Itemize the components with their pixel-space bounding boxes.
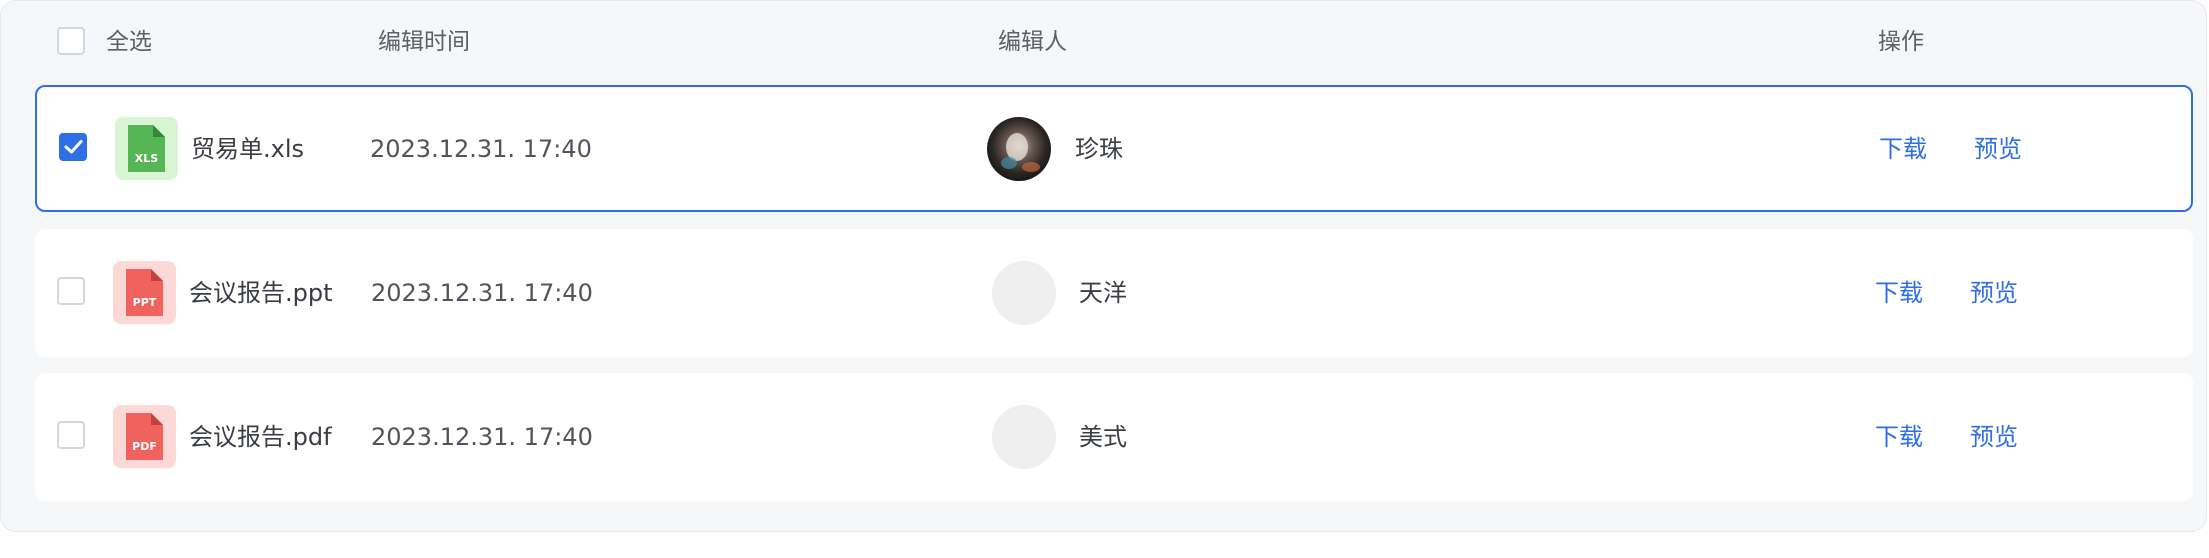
table-row[interactable]: PPT 会议报告.ppt 2023.12.31. 17:40 天洋 下载 预览 bbox=[35, 229, 2193, 357]
svg-text:PDF: PDF bbox=[132, 440, 157, 453]
select-all-label: 全选 bbox=[106, 29, 152, 55]
file-name: 会议报告.ppt bbox=[189, 279, 333, 307]
download-link[interactable]: 下载 bbox=[1879, 132, 1927, 166]
column-header-edit-time: 编辑时间 bbox=[378, 29, 470, 55]
file-list-panel: 全选 编辑时间 编辑人 操作 XLS 贸易单.xls 2023.12.31. 1… bbox=[0, 0, 2207, 532]
row-checkbox[interactable] bbox=[57, 421, 85, 449]
edit-time: 2023.12.31. 17:40 bbox=[370, 135, 592, 163]
edit-time: 2023.12.31. 17:40 bbox=[371, 279, 593, 307]
edit-time: 2023.12.31. 17:40 bbox=[371, 423, 593, 451]
ppt-file-icon: PPT bbox=[113, 261, 176, 324]
editor-name: 天洋 bbox=[1079, 279, 1127, 307]
table-header: 全选 编辑时间 编辑人 操作 bbox=[1, 1, 2208, 83]
row-checkbox[interactable] bbox=[59, 133, 87, 161]
avatar-placeholder bbox=[992, 405, 1056, 469]
file-name: 贸易单.xls bbox=[191, 135, 305, 163]
select-all-checkbox[interactable] bbox=[57, 27, 85, 55]
column-header-actions: 操作 bbox=[1878, 29, 1924, 55]
avatar-placeholder bbox=[992, 261, 1056, 325]
download-link[interactable]: 下载 bbox=[1875, 420, 1923, 454]
svg-text:PPT: PPT bbox=[133, 296, 157, 309]
xls-file-icon: XLS bbox=[115, 117, 178, 180]
checkmark-icon bbox=[64, 140, 83, 154]
svg-text:XLS: XLS bbox=[135, 152, 158, 165]
download-link[interactable]: 下载 bbox=[1875, 276, 1923, 310]
preview-link[interactable]: 预览 bbox=[1970, 420, 2018, 454]
pdf-file-icon: PDF bbox=[113, 405, 176, 468]
column-header-editor: 编辑人 bbox=[998, 29, 1067, 55]
editor-name: 美式 bbox=[1079, 423, 1127, 451]
table-row[interactable]: XLS 贸易单.xls 2023.12.31. 17:40 珍珠 下载 预览 bbox=[35, 85, 2193, 212]
row-checkbox[interactable] bbox=[57, 277, 85, 305]
file-name: 会议报告.pdf bbox=[189, 423, 332, 451]
preview-link[interactable]: 预览 bbox=[1974, 132, 2022, 166]
table-row[interactable]: PDF 会议报告.pdf 2023.12.31. 17:40 美式 下载 预览 bbox=[35, 373, 2193, 501]
avatar bbox=[987, 117, 1051, 181]
preview-link[interactable]: 预览 bbox=[1970, 276, 2018, 310]
editor-name: 珍珠 bbox=[1075, 135, 1123, 163]
